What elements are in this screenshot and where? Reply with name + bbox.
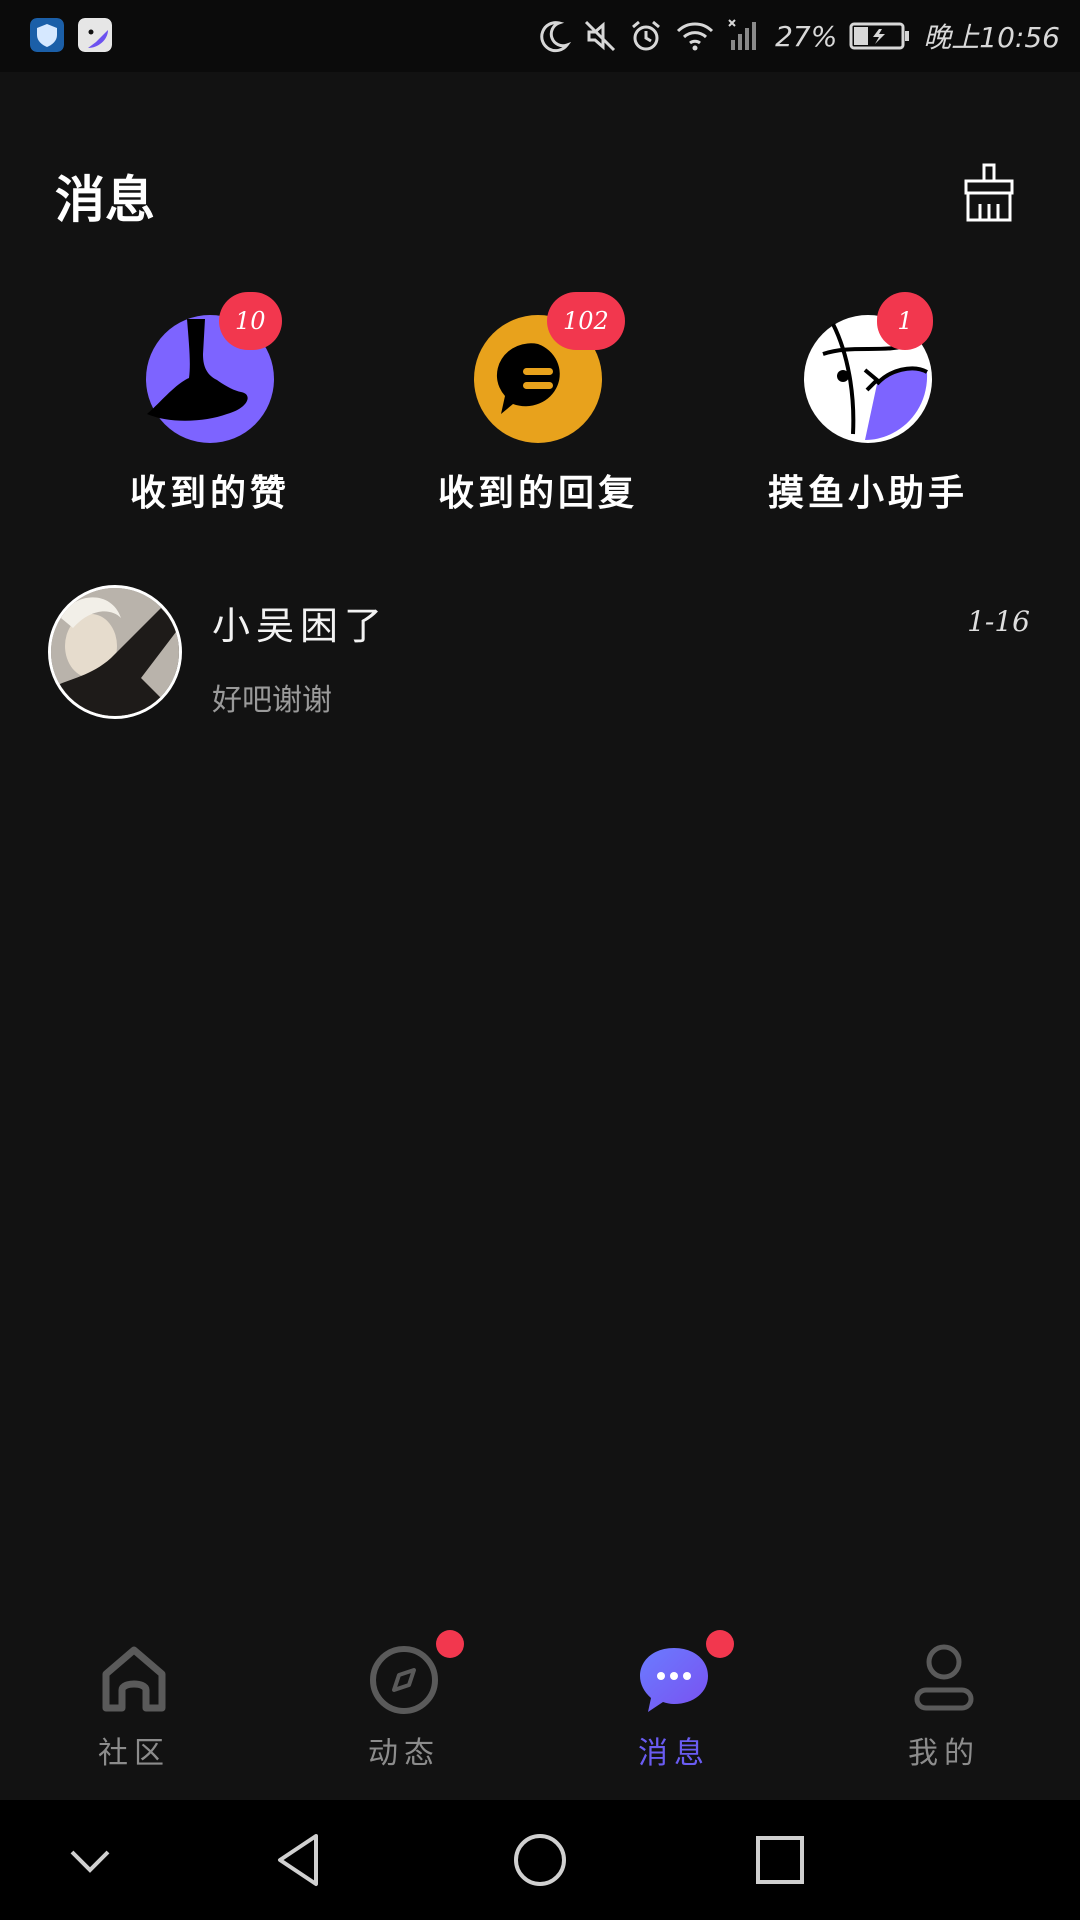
status-indicators: 27% 晚上10:56 xyxy=(537,12,1060,60)
tab-feed[interactable]: 动态 xyxy=(324,1630,484,1772)
system-navigation-bar xyxy=(0,1800,1080,1920)
chevron-down-icon xyxy=(70,1850,110,1873)
shield-app-icon xyxy=(30,18,64,52)
broom-icon xyxy=(964,163,1014,222)
shortcut-likes[interactable]: 10 收到的赞 xyxy=(90,292,330,516)
tab-feed-label: 动态 xyxy=(368,1736,440,1771)
status-app-icons xyxy=(30,18,112,52)
home-circle-icon xyxy=(514,1834,566,1886)
clear-messages-button[interactable] xyxy=(962,162,1016,224)
page-title: 消息 xyxy=(55,170,155,229)
tab-messages[interactable]: 消息 xyxy=(594,1630,754,1772)
shortcut-assistant-label: 摸鱼小助手 xyxy=(767,472,968,514)
nav-recents-button[interactable] xyxy=(748,1828,812,1892)
fish-app-icon xyxy=(78,18,112,52)
messages-notification-dot xyxy=(706,1630,734,1658)
clock: 晚上10:56 xyxy=(923,21,1060,54)
alarm-icon xyxy=(632,20,661,51)
shortcut-replies[interactable]: 102 收到的回复 xyxy=(418,292,658,516)
message-icon xyxy=(640,1648,708,1712)
avatar xyxy=(48,585,182,719)
bottom-tab-bar: 社区 动态 消息 我的 xyxy=(0,1610,1080,1800)
avatar-photo xyxy=(51,588,179,716)
compass-icon xyxy=(370,1646,438,1714)
shortcut-likes-label: 收到的赞 xyxy=(129,472,290,514)
back-triangle-icon xyxy=(278,1834,318,1886)
wifi-icon xyxy=(677,22,714,51)
feed-notification-dot xyxy=(436,1630,464,1658)
recents-square-icon xyxy=(756,1836,804,1884)
moon-icon xyxy=(540,21,572,53)
tab-profile[interactable]: 我的 xyxy=(864,1640,1024,1772)
tab-community[interactable]: 社区 xyxy=(54,1640,214,1772)
shortcut-assistant[interactable]: 1 摸鱼小助手 xyxy=(748,292,988,516)
battery-icon xyxy=(849,22,910,50)
shortcut-replies-label: 收到的回复 xyxy=(437,472,638,514)
conversation-item[interactable]: 小吴困了 好吧谢谢 1-16 xyxy=(0,575,1080,735)
battery-percent: 27% xyxy=(775,19,838,53)
tab-community-label: 社区 xyxy=(98,1736,170,1771)
conversation-name: 小吴困了 xyxy=(212,604,389,648)
nav-collapse-button[interactable] xyxy=(58,1828,122,1892)
home-icon xyxy=(102,1646,166,1712)
profile-icon xyxy=(914,1644,974,1711)
tab-messages-label: 消息 xyxy=(638,1736,710,1771)
likes-badge: 10 xyxy=(219,292,282,350)
conversation-last-message: 好吧谢谢 xyxy=(212,683,332,718)
signal-icon xyxy=(728,19,757,50)
replies-badge: 102 xyxy=(547,292,625,350)
conversation-time: 1-16 xyxy=(967,605,1030,638)
tab-profile-label: 我的 xyxy=(908,1736,980,1771)
status-bar: 27% 晚上10:56 xyxy=(0,0,1080,72)
mute-icon xyxy=(585,20,616,52)
nav-home-button[interactable] xyxy=(508,1828,572,1892)
nav-back-button[interactable] xyxy=(268,1828,332,1892)
assistant-badge: 1 xyxy=(877,292,933,350)
